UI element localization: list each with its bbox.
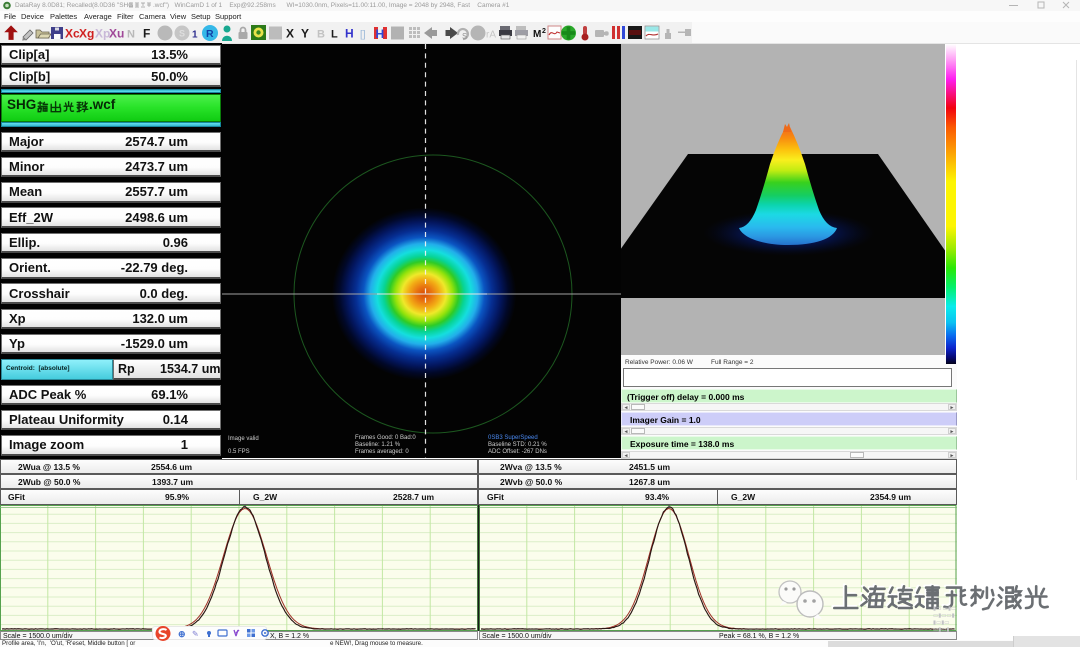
svg-text:M: M — [533, 29, 541, 40]
svg-text:S: S — [179, 29, 185, 39]
svg-text:F: F — [143, 27, 150, 41]
svg-text:1: 1 — [192, 30, 198, 41]
svg-text:X: X — [286, 27, 294, 41]
svg-text:Xg: Xg — [79, 27, 94, 41]
svg-text:N: N — [127, 29, 135, 41]
svg-text:S: S — [462, 32, 467, 41]
svg-text:Xu: Xu — [109, 27, 124, 41]
svg-text:2: 2 — [542, 28, 546, 35]
svg-text:H: H — [376, 27, 385, 41]
svg-text:H: H — [345, 27, 354, 41]
svg-text:✎: ✎ — [192, 630, 199, 639]
svg-text:L: L — [331, 29, 338, 41]
svg-text:Y: Y — [301, 27, 309, 41]
svg-text:R: R — [206, 28, 214, 40]
svg-text:[]: [] — [360, 30, 366, 41]
svg-text:B: B — [317, 29, 325, 41]
svg-text:Xc: Xc — [65, 27, 80, 41]
svg-text:rA: rA — [486, 30, 496, 41]
svg-text:⊕: ⊕ — [178, 629, 186, 639]
